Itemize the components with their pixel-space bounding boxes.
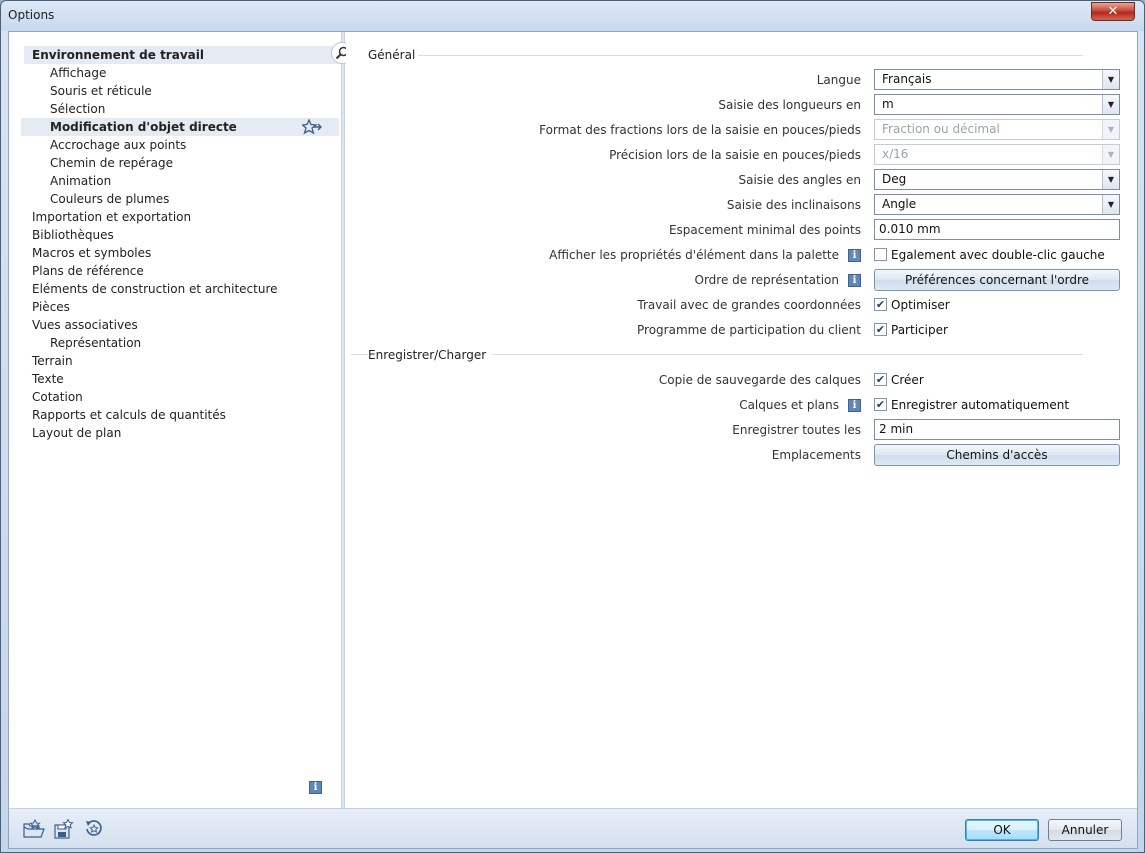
langue-label: Langue	[816, 73, 861, 87]
tree-item-affichage[interactable]: Affichage	[50, 64, 106, 82]
chevron-down-icon[interactable]: ▼	[1102, 195, 1119, 214]
optimiser-checkbox[interactable]: ✔	[874, 298, 887, 311]
section-divider	[418, 55, 1083, 56]
precision-label: Précision lors de la saisie en pouces/pi…	[609, 148, 861, 162]
fractions-label: Format des fractions lors de la saisie e…	[539, 123, 861, 137]
tree-item-accrochage[interactable]: Accrochage aux points	[50, 136, 186, 154]
section-general-title: Général	[368, 48, 416, 62]
espacement-input[interactable]: 0.010 mm	[874, 219, 1120, 240]
tree-item-label: Modification d'objet directe	[50, 120, 237, 134]
langue-value: Français	[882, 72, 932, 86]
tree-item-chemin[interactable]: Chemin de repérage	[50, 154, 173, 172]
tree-item-importation[interactable]: Importation et exportation	[32, 208, 191, 226]
tree-item-layout[interactable]: Layout de plan	[32, 424, 121, 442]
info-icon[interactable]: i	[848, 274, 861, 287]
calques-label: Calques et plans	[739, 398, 839, 412]
coordonnees-label: Travail avec de grandes coordonnées	[637, 298, 861, 312]
inclinaisons-value: Angle	[882, 197, 917, 211]
angles-value: Deg	[882, 172, 907, 186]
cancel-button[interactable]: Annuler	[1048, 819, 1122, 841]
proprietes-check-label[interactable]: Egalement avec double-clic gauche	[891, 247, 1105, 263]
creer-checkbox[interactable]: ✔	[874, 373, 887, 386]
espacement-label: Espacement minimal des points	[668, 223, 861, 237]
tree-item-vues[interactable]: Vues associatives	[32, 316, 138, 334]
tree-item-elements[interactable]: Eléments de construction et architecture	[32, 280, 278, 298]
tree-item-terrain[interactable]: Terrain	[32, 352, 73, 370]
ok-button[interactable]: OK	[965, 819, 1039, 841]
tree-item-environnement[interactable]: Environnement de travail	[24, 46, 341, 64]
ordre-label: Ordre de représentation	[694, 273, 839, 287]
longueurs-value: m	[882, 97, 894, 111]
toutes-label: Enregistrer toutes les	[732, 423, 861, 437]
tree-item-plans-reference[interactable]: Plans de référence	[32, 262, 144, 280]
window-title: Options	[8, 8, 55, 22]
open-favorites-icon[interactable]	[23, 819, 45, 839]
tree-item-selection[interactable]: Sélection	[50, 100, 105, 118]
inclinaisons-label: Saisie des inclinaisons	[726, 198, 861, 212]
tree-item-cotation[interactable]: Cotation	[32, 388, 83, 406]
chevron-down-icon: ▼	[1102, 145, 1119, 164]
ordre-preferences-button[interactable]: Préférences concernant l'ordre	[874, 269, 1120, 291]
tree-item-modification[interactable]: Modification d'objet directe	[21, 118, 339, 136]
toutes-input[interactable]: 2 min	[874, 419, 1120, 440]
longueurs-select[interactable]: m ▼	[874, 94, 1120, 115]
dialog-footer: OK Annuler	[9, 808, 1137, 848]
options-panel: Général Langue Français ▼ Saisie des lon…	[346, 32, 1137, 808]
options-tree: Environnement de travail Affichage Souri…	[9, 32, 341, 808]
info-icon[interactable]: i	[848, 249, 861, 262]
precision-value: x/16	[882, 147, 909, 161]
tree-item-representation[interactable]: Représentation	[50, 334, 141, 352]
precision-select: x/16 ▼	[874, 144, 1120, 165]
tree-item-couleurs[interactable]: Couleurs de plumes	[50, 190, 169, 208]
tree-item-souris[interactable]: Souris et réticule	[50, 82, 152, 100]
info-icon[interactable]: i	[309, 781, 322, 794]
fractions-value: Fraction ou décimal	[882, 122, 1000, 136]
creer-check-label[interactable]: Créer	[891, 372, 924, 388]
langue-select[interactable]: Français ▼	[874, 69, 1120, 90]
tree-item-pieces[interactable]: Pièces	[32, 298, 70, 316]
section-save-title: Enregistrer/Charger	[368, 348, 493, 362]
participer-checkbox[interactable]: ✔	[874, 323, 887, 336]
favorite-star-icon[interactable]	[302, 119, 322, 135]
fractions-select: Fraction ou décimal ▼	[874, 119, 1120, 140]
proprietes-label: Afficher les propriétés d'élément dans l…	[549, 248, 839, 262]
inclinaisons-select[interactable]: Angle ▼	[874, 194, 1120, 215]
chemins-acces-button[interactable]: Chemins d'accès	[874, 444, 1120, 466]
angles-select[interactable]: Deg ▼	[874, 169, 1120, 190]
chevron-down-icon[interactable]: ▼	[1102, 70, 1119, 89]
emplacements-label: Emplacements	[771, 448, 861, 462]
enregistrer-auto-checkbox[interactable]: ✔	[874, 398, 887, 411]
enregistrer-auto-label[interactable]: Enregistrer automatiquement	[891, 397, 1069, 413]
options-dialog: Options ✕ Environnement de travail Affic…	[0, 0, 1145, 853]
chevron-down-icon[interactable]: ▼	[1102, 170, 1119, 189]
programme-label: Programme de participation du client	[637, 323, 861, 337]
reset-icon[interactable]	[83, 819, 105, 839]
tree-item-macros[interactable]: Macros et symboles	[32, 244, 151, 262]
info-icon[interactable]: i	[848, 399, 861, 412]
chevron-down-icon: ▼	[1102, 120, 1119, 139]
title-bar: Options ✕	[1, 1, 1144, 31]
save-favorites-icon[interactable]	[53, 819, 75, 839]
dialog-client: Environnement de travail Affichage Souri…	[8, 31, 1138, 849]
tree-item-bibliotheques[interactable]: Bibliothèques	[32, 226, 114, 244]
tree-item-animation[interactable]: Animation	[50, 172, 111, 190]
participer-check-label[interactable]: Participer	[891, 322, 948, 338]
copie-label: Copie de sauvegarde des calques	[658, 373, 861, 387]
close-button[interactable]: ✕	[1091, 2, 1135, 21]
proprietes-checkbox[interactable]	[874, 248, 887, 261]
longueurs-label: Saisie des longueurs en	[718, 98, 861, 112]
splitter[interactable]	[341, 32, 345, 808]
angles-label: Saisie des angles en	[738, 173, 861, 187]
tree-item-texte[interactable]: Texte	[32, 370, 64, 388]
tree-item-rapports[interactable]: Rapports et calculs de quantités	[32, 406, 226, 424]
optimiser-check-label[interactable]: Optimiser	[891, 297, 950, 313]
chevron-down-icon[interactable]: ▼	[1102, 95, 1119, 114]
